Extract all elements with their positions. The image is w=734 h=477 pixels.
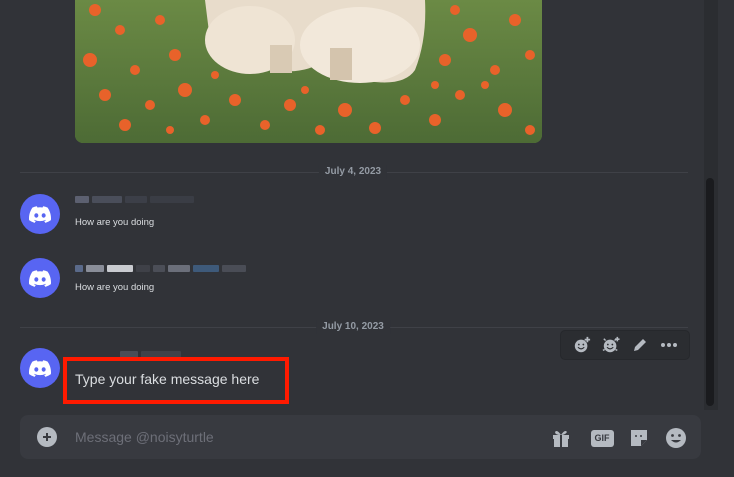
super-reaction-icon <box>602 336 620 353</box>
gift-icon <box>553 431 569 447</box>
more-options-button[interactable] <box>657 333 681 357</box>
image-attachment[interactable] <box>75 0 542 143</box>
message-input[interactable] <box>75 425 535 449</box>
message-hover-toolbar <box>560 330 690 360</box>
date-divider-label: July 10, 2023 <box>316 320 390 334</box>
discord-logo-icon <box>29 269 51 287</box>
super-reaction-button[interactable] <box>599 333 623 357</box>
chat-messages: July 4, 2023 How are you doing How are y… <box>0 0 704 410</box>
avatar[interactable] <box>20 348 60 388</box>
message-text: Type your fake message here <box>75 371 260 387</box>
date-divider-label: July 4, 2023 <box>318 165 388 179</box>
avatar[interactable] <box>20 258 60 298</box>
gif-button[interactable]: GIF <box>589 427 615 449</box>
author-name-redacted <box>75 195 194 204</box>
sticker-button[interactable] <box>628 427 650 449</box>
more-options-icon <box>660 343 677 347</box>
add-reaction-button[interactable] <box>570 333 594 357</box>
plus-icon <box>43 433 51 441</box>
edit-icon <box>633 339 646 351</box>
edit-button[interactable] <box>628 333 652 357</box>
add-reaction-icon <box>574 336 590 353</box>
message-composer: GIF <box>20 415 701 459</box>
emoji-button[interactable] <box>665 427 687 449</box>
emoji-icon <box>666 428 686 448</box>
sticker-icon <box>631 430 647 446</box>
message-text: How are you doing <box>75 282 155 293</box>
window-edge <box>718 0 734 477</box>
avatar[interactable] <box>20 194 60 234</box>
discord-logo-icon <box>29 359 51 377</box>
bottom-strip <box>0 460 734 477</box>
gif-icon: GIF <box>590 429 614 447</box>
gift-button[interactable] <box>550 427 572 449</box>
dog-photo <box>75 0 542 143</box>
scrollbar-thumb[interactable] <box>706 178 714 406</box>
message-text: How are you doing <box>75 217 155 228</box>
upload-button[interactable] <box>37 427 57 447</box>
discord-logo-icon <box>29 205 51 223</box>
author-name-redacted <box>75 264 246 273</box>
